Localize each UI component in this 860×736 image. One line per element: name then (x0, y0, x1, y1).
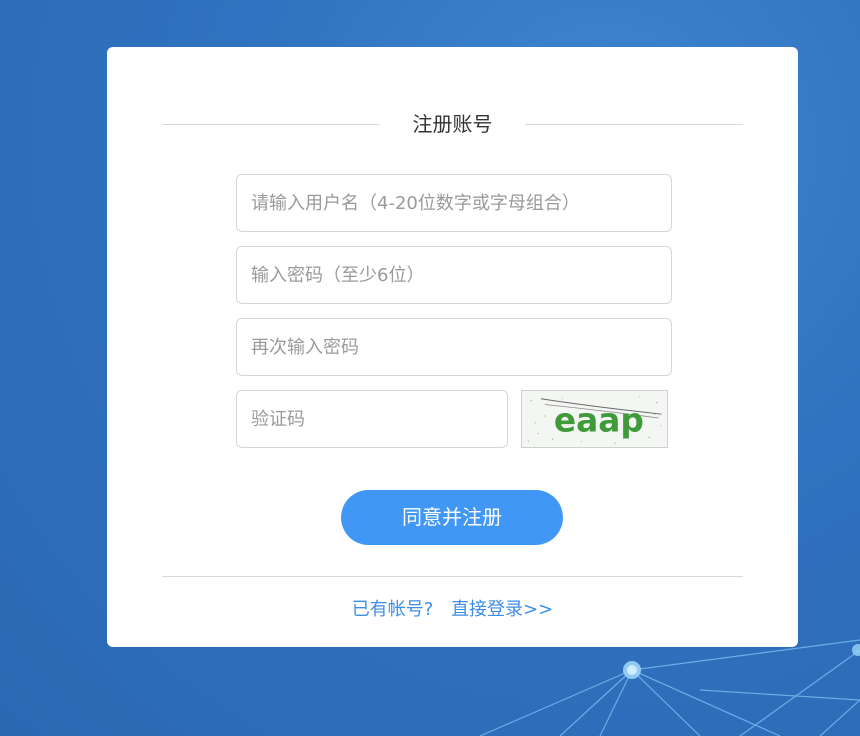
username-input[interactable] (236, 174, 672, 232)
bottom-divider (162, 576, 743, 577)
agree-register-button[interactable]: 同意并注册 (341, 490, 563, 545)
title-divider-left (162, 124, 380, 125)
have-account-text: 已有帐号? (351, 599, 434, 620)
captcha-input[interactable] (236, 390, 508, 448)
page-background: 注册账号 eaap 同意并注册 已有帐号? 直接登录>> (0, 0, 860, 736)
title-row: 注册账号 (162, 109, 743, 139)
register-card: 注册账号 eaap 同意并注册 已有帐号? 直接登录>> (107, 47, 798, 647)
page-title: 注册账号 (412, 112, 493, 136)
login-prompt: 已有帐号? 直接登录>> (107, 597, 798, 623)
title-divider-right (525, 124, 743, 125)
captcha-text: eaap (554, 402, 644, 440)
captcha-image[interactable]: eaap (521, 390, 668, 448)
password-input[interactable] (236, 246, 672, 304)
login-link[interactable]: 直接登录>> (451, 597, 553, 623)
confirm-password-input[interactable] (236, 318, 672, 376)
